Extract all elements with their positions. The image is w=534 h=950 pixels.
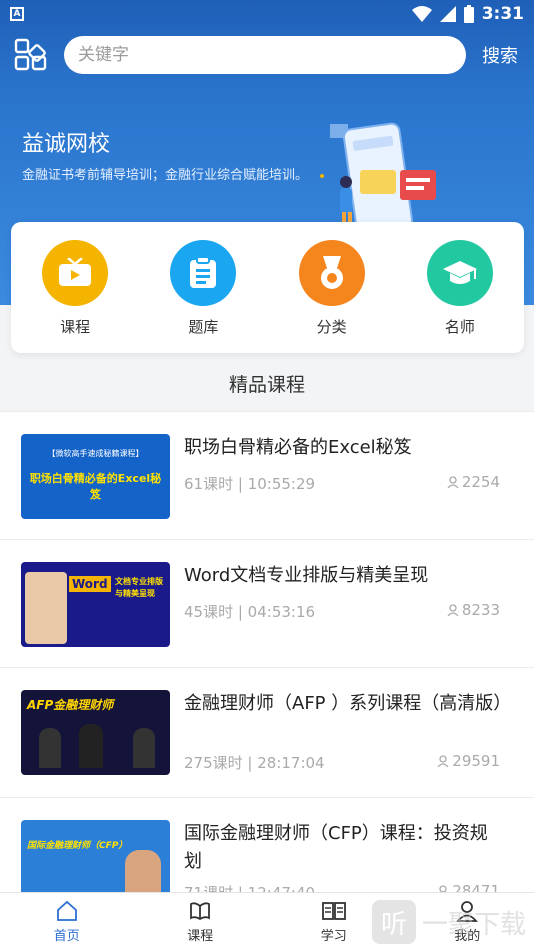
thumb-caption: 【微软高手速成秘籍课程】 [47, 449, 144, 458]
watermark-logo: 听 [371, 900, 416, 944]
open-book-icon [190, 901, 211, 920]
search-button[interactable]: 搜索 [482, 42, 518, 68]
thumb-title: 职场白骨精必备的Excel秘笈 [29, 472, 162, 501]
category-label: 题库 [188, 318, 219, 336]
category-card: 课程 题库 分类 名师 [11, 222, 524, 353]
search-input[interactable] [64, 36, 466, 74]
course-title: 职场白骨精必备的Excel秘笈 [184, 437, 412, 458]
notification-icon: A [10, 7, 24, 21]
course-thumbnail: 【微软高手速成秘籍课程】 职场白骨精必备的Excel秘笈 [21, 434, 170, 519]
student-count-value: 29591 [452, 752, 500, 770]
graduation-cap-icon [426, 240, 493, 306]
banner-subtitle: 金融证书考前辅导培训；金融行业综合赋能培训。 [22, 168, 309, 183]
home-icon [56, 900, 77, 921]
section-title: 精品课程 [228, 374, 305, 396]
watermark: 听 一聚下载 [371, 900, 526, 944]
course-meta: 45课时 | 04:53:16 [184, 603, 316, 621]
course-list: 【微软高手速成秘籍课程】 职场白骨精必备的Excel秘笈 职场白骨精必备的Exc… [0, 411, 534, 927]
clipboard-icon [170, 240, 237, 306]
thumb-title: 文档专业排版 [115, 577, 163, 586]
category-courses[interactable]: 课程 [30, 240, 120, 353]
student-count-value: 2254 [461, 473, 500, 491]
thumb-title: 国际金融理财师（CFP） [27, 841, 128, 851]
tab-label: 学习 [320, 928, 347, 944]
thumb-subtitle: 与精美呈现 [115, 589, 155, 598]
banner-title: 益诚网校 [22, 132, 111, 157]
tv-icon [42, 240, 109, 306]
category-label: 名师 [444, 318, 475, 336]
course-thumbnail: Word 文档专业排版 与精美呈现 [21, 562, 170, 647]
person-icon [447, 603, 459, 616]
category-label: 分类 [316, 318, 347, 336]
course-title: 金融理财师（AFP ）系列课程（高清版） [184, 693, 512, 714]
person-icon [437, 754, 449, 767]
book-icon [321, 901, 346, 920]
student-count: 2254 [447, 473, 500, 491]
watermark-text: 一聚下载 [421, 909, 526, 940]
course-meta: 61课时 | 10:55:29 [184, 475, 316, 493]
course-item[interactable]: Word 文档专业排版 与精美呈现 Word文档专业排版与精美呈现 45课时 |… [0, 539, 534, 667]
student-count: 29591 [437, 752, 500, 770]
person-icon [447, 475, 459, 488]
search-row: 搜索 [0, 28, 534, 82]
medal-icon [298, 240, 365, 306]
thumb-title: AFP金融理财师 [27, 698, 114, 712]
clock: 3:31 [481, 4, 524, 24]
category-label: 课程 [60, 318, 91, 336]
thumb-person [79, 724, 103, 768]
status-bar: A 3:31 [0, 0, 534, 28]
course-title: 国际金融理财师（CFP）课程：投资规划 [184, 823, 488, 872]
category-questions[interactable]: 题库 [158, 240, 248, 353]
tab-courses[interactable]: 课程 [134, 893, 268, 950]
wifi-icon [411, 6, 432, 22]
course-item[interactable]: AFP金融理财师 金融理财师（AFP ）系列课程（高清版） 275课时 | 28… [0, 667, 534, 797]
signal-icon [439, 6, 456, 22]
course-item[interactable]: 【微软高手速成秘籍课程】 职场白骨精必备的Excel秘笈 职场白骨精必备的Exc… [0, 411, 534, 539]
battery-icon [463, 5, 474, 23]
thumb-badge: Word [69, 576, 111, 592]
tab-home[interactable]: 首页 [0, 893, 134, 950]
course-thumbnail: AFP金融理财师 [21, 690, 170, 775]
grid-menu-icon[interactable] [14, 38, 48, 72]
thumb-person [25, 572, 67, 644]
tab-label: 课程 [187, 928, 214, 944]
student-count: 8233 [447, 601, 500, 619]
thumb-person [39, 728, 61, 768]
thumb-person [133, 728, 155, 768]
category-teachers[interactable]: 名师 [415, 240, 505, 353]
category-classify[interactable]: 分类 [287, 240, 377, 353]
tab-label: 首页 [53, 928, 80, 944]
student-count-value: 8233 [461, 601, 500, 619]
course-meta: 275课时 | 28:17:04 [184, 754, 325, 772]
course-title: Word文档专业排版与精美呈现 [184, 565, 429, 586]
